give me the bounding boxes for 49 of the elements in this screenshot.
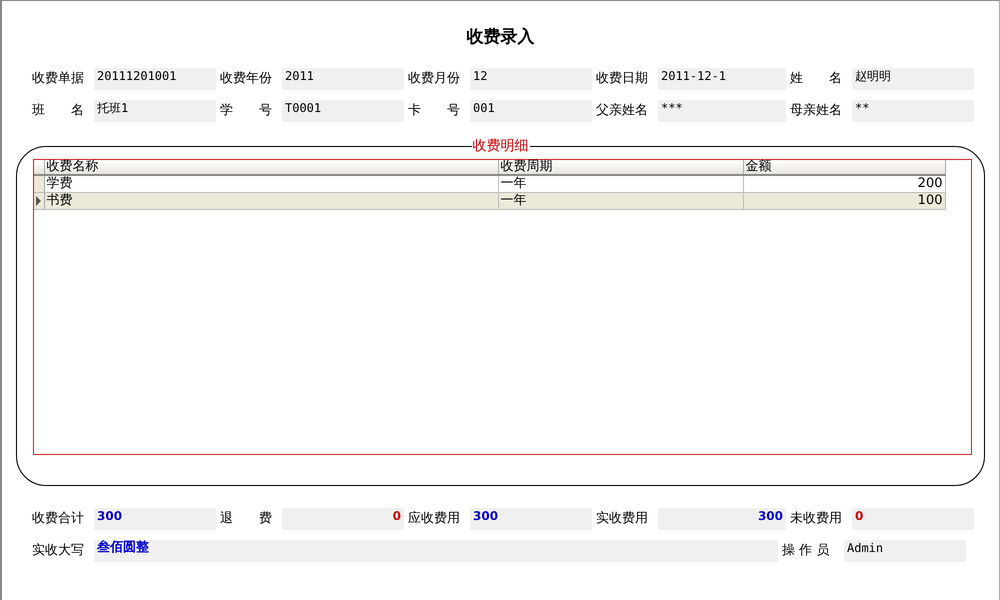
field-label: 实收费用 bbox=[596, 510, 649, 528]
column-header[interactable]: 金额 bbox=[743, 160, 945, 175]
field-label: 未收费用 bbox=[790, 510, 843, 528]
input-field[interactable]: 2011 bbox=[282, 68, 404, 90]
input-field[interactable]: Admin bbox=[844, 540, 966, 562]
table-cell: 学费 bbox=[44, 175, 498, 192]
field-label: 操 作 员 bbox=[782, 542, 830, 560]
field-label: 收费合计 bbox=[32, 510, 85, 528]
table-cell: 100 bbox=[743, 192, 945, 210]
row-header[interactable] bbox=[34, 192, 44, 210]
input-field[interactable]: 300 bbox=[658, 508, 786, 530]
field-label: 应收费用 bbox=[408, 510, 461, 528]
field-label: 父亲姓名 bbox=[596, 102, 649, 120]
field-label: 收费日期 bbox=[596, 70, 649, 88]
current-row-icon bbox=[36, 196, 41, 206]
input-field[interactable]: 20111201001 bbox=[94, 68, 216, 90]
field-label: 退 费 bbox=[220, 510, 273, 528]
field-label: 收费单据 bbox=[32, 70, 85, 88]
input-field[interactable]: 叁佰圆整 bbox=[94, 540, 778, 562]
field-label: 学 号 bbox=[220, 102, 273, 120]
field-label: 班 名 bbox=[32, 102, 85, 120]
table-cell: 一年 bbox=[498, 175, 743, 192]
input-field[interactable]: *** bbox=[658, 100, 786, 122]
row-header[interactable] bbox=[34, 175, 44, 192]
input-field[interactable]: 300 bbox=[470, 508, 592, 530]
field-label: 收费年份 bbox=[220, 70, 273, 88]
table-cell: 书费 bbox=[44, 192, 498, 210]
column-header[interactable]: 收费周期 bbox=[498, 160, 743, 175]
field-label: 卡 号 bbox=[408, 102, 461, 120]
input-field[interactable]: 2011-12-1 bbox=[658, 68, 786, 90]
input-field[interactable]: 12 bbox=[470, 68, 592, 90]
row-header bbox=[34, 160, 44, 175]
input-field[interactable]: ** bbox=[852, 100, 974, 122]
input-field[interactable]: 300 bbox=[94, 508, 216, 530]
window-title: 收费录入 bbox=[466, 26, 536, 48]
table-cell: 200 bbox=[743, 175, 945, 192]
input-field[interactable]: 托班1 bbox=[94, 100, 216, 122]
field-label: 收费月份 bbox=[408, 70, 461, 88]
field-label: 实收大写 bbox=[32, 542, 85, 560]
input-field[interactable]: 0 bbox=[282, 508, 404, 530]
input-field[interactable]: 0 bbox=[852, 508, 974, 530]
input-field[interactable]: 001 bbox=[470, 100, 592, 122]
field-label: 母亲姓名 bbox=[790, 102, 843, 120]
input-field[interactable]: 赵明明 bbox=[852, 68, 974, 90]
column-header[interactable]: 收费名称 bbox=[44, 160, 498, 175]
group-legend: 收费明细 bbox=[472, 138, 530, 154]
input-field[interactable]: T0001 bbox=[282, 100, 404, 122]
field-label: 姓 名 bbox=[790, 70, 843, 88]
table-cell: 一年 bbox=[498, 192, 743, 210]
